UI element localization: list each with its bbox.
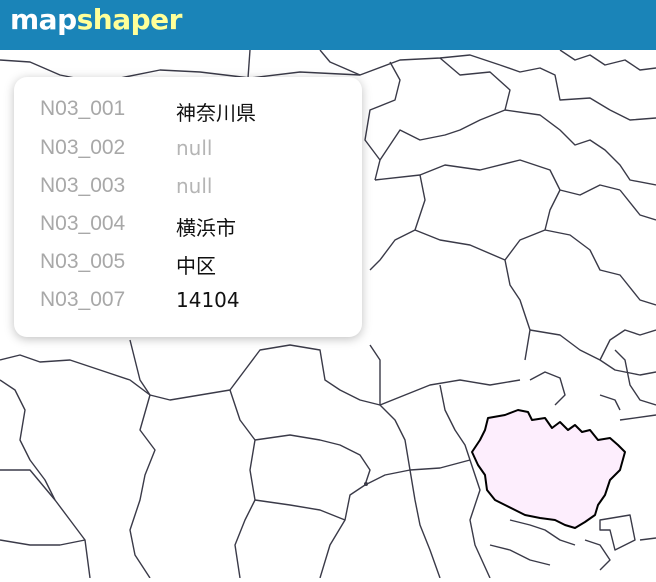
attribute-value: null	[176, 174, 213, 198]
attribute-popup: N03_001 神奈川県 N03_002 null N03_003 null N…	[14, 77, 362, 337]
attribute-key: N03_005	[40, 250, 126, 273]
attribute-row: N03_001 神奈川県	[14, 97, 362, 135]
app-header: mapshaper	[0, 0, 656, 50]
attribute-row: N03_004 横浜市	[14, 212, 362, 250]
attribute-value: 中区	[176, 254, 216, 278]
selected-region	[471, 409, 626, 529]
attribute-value: null	[176, 136, 213, 160]
attribute-key: N03_001	[40, 97, 126, 120]
attribute-row: N03_002 null	[14, 136, 362, 174]
attribute-key: N03_002	[40, 136, 126, 159]
attribute-key: N03_004	[40, 212, 126, 235]
attribute-row: N03_005 中区	[14, 250, 362, 288]
attribute-key: N03_003	[40, 174, 126, 197]
attribute-row: N03_003 null	[14, 174, 362, 212]
mapshaper-logo: mapshaper	[10, 3, 182, 36]
attribute-value: 横浜市	[176, 216, 236, 240]
attribute-value: 14104	[176, 288, 240, 312]
attribute-value: 神奈川県	[176, 101, 256, 125]
attribute-row: N03_007 14104	[14, 288, 362, 326]
attribute-key: N03_007	[40, 288, 126, 311]
